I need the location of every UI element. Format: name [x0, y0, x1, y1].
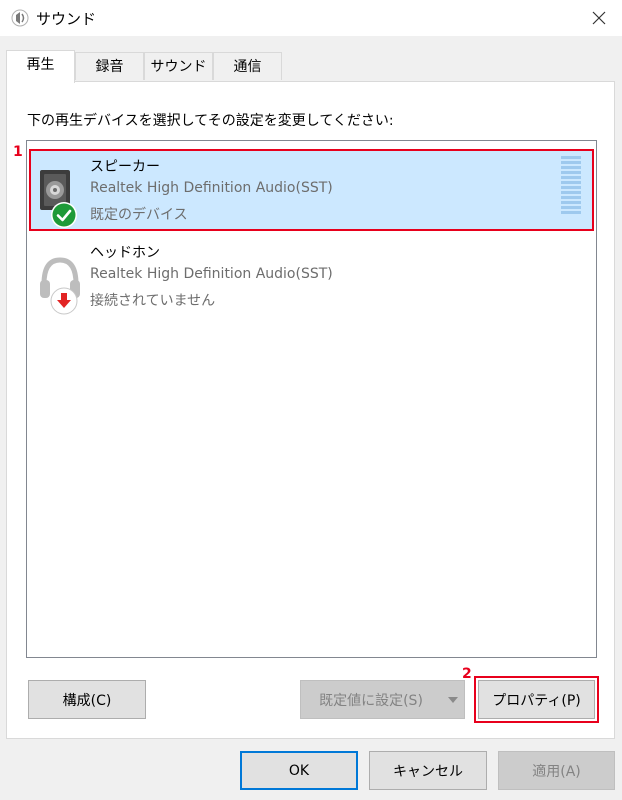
default-check-icon: [51, 202, 77, 228]
tab-label: 通信: [233, 59, 262, 75]
ok-button[interactable]: OK: [240, 751, 358, 790]
annotation-marker-1: 1: [13, 144, 23, 160]
device-item-speaker[interactable]: スピーカー Realtek High Definition Audio(SST)…: [29, 149, 594, 231]
disconnected-arrow-icon: [50, 287, 78, 315]
tab-recording[interactable]: 録音: [75, 52, 144, 80]
tab-label: サウンド: [150, 59, 207, 75]
device-name: ヘッドホン: [90, 245, 160, 261]
speaker-app-icon: [11, 9, 29, 27]
cancel-button[interactable]: キャンセル: [369, 751, 487, 790]
volume-level-meter: [561, 156, 581, 214]
device-driver: Realtek High Definition Audio(SST): [90, 180, 333, 196]
set-default-dropdown[interactable]: [441, 680, 465, 719]
annotation-marker-2: 2: [462, 666, 472, 682]
device-item-headphones[interactable]: ヘッドホン Realtek High Definition Audio(SST)…: [30, 236, 593, 316]
device-driver: Realtek High Definition Audio(SST): [90, 266, 333, 282]
instruction-text: 下の再生デバイスを選択してその設定を変更してください:: [27, 113, 394, 129]
tab-communications[interactable]: 通信: [213, 52, 282, 80]
chevron-down-icon: [447, 696, 458, 703]
close-icon: [592, 11, 606, 25]
tab-label: 録音: [95, 59, 124, 75]
tab-playback[interactable]: 再生: [6, 50, 75, 83]
device-status: 接続されていません: [90, 293, 216, 309]
device-status: 既定のデバイス: [90, 207, 188, 223]
properties-button[interactable]: プロパティ(P): [474, 676, 599, 723]
set-default-button[interactable]: 既定値に設定(S): [300, 680, 442, 719]
window-title: サウンド: [36, 10, 97, 28]
title-bar: サウンド: [0, 0, 622, 36]
tab-sounds[interactable]: サウンド: [144, 52, 213, 80]
tab-label: 再生: [26, 57, 55, 73]
configure-button[interactable]: 構成(C): [28, 680, 146, 719]
apply-button[interactable]: 適用(A): [498, 751, 615, 790]
device-name: スピーカー: [90, 159, 160, 175]
device-list[interactable]: スピーカー Realtek High Definition Audio(SST)…: [26, 140, 597, 658]
close-button[interactable]: [576, 0, 622, 36]
